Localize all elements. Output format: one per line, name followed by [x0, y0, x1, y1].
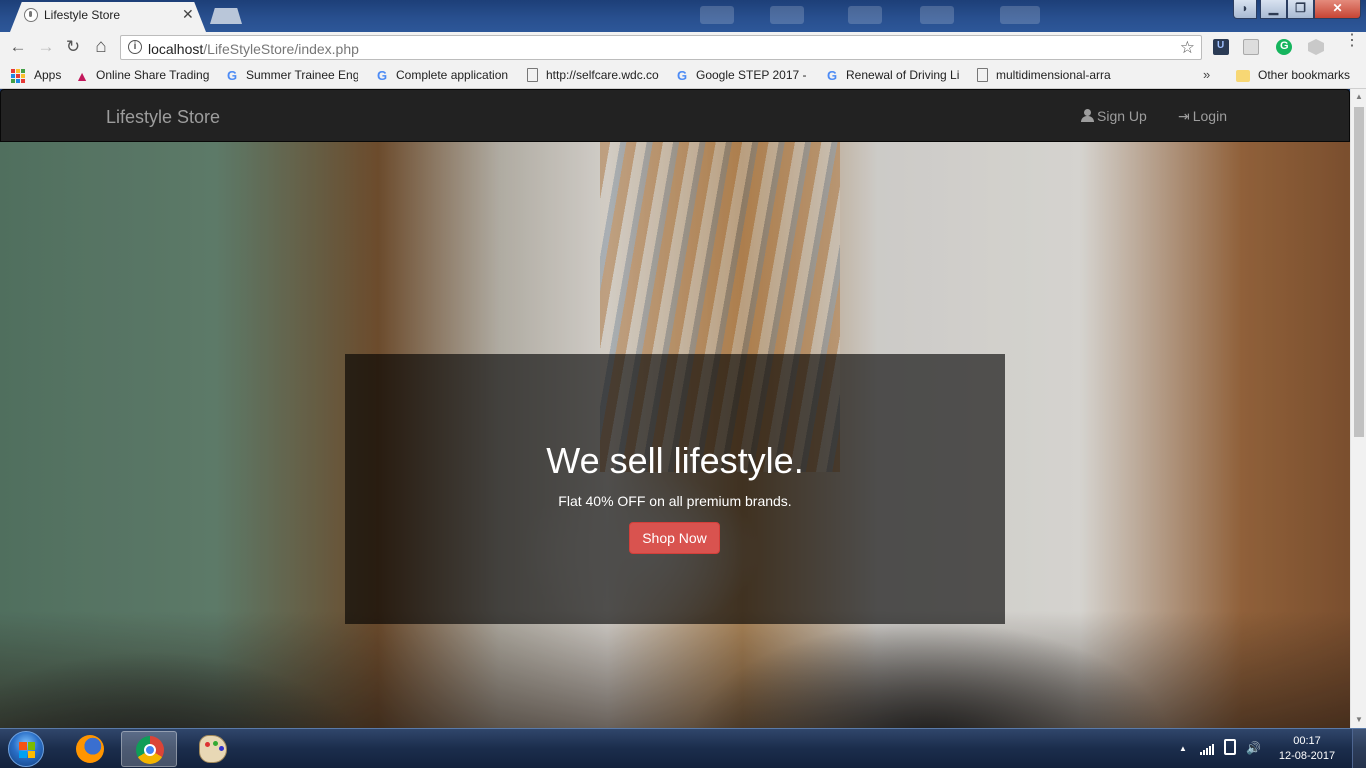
taskbar-paint[interactable] — [185, 731, 241, 767]
system-clock[interactable]: 00:17 12-08-2017 — [1272, 734, 1342, 764]
signup-label: Sign Up — [1097, 108, 1147, 124]
url-path: /LifeStyleStore/index.php — [203, 41, 359, 57]
restore-button[interactable]: ❐ — [1287, 0, 1314, 19]
bookmark-renewal-driving[interactable]: G Renewal of Driving Li — [824, 67, 960, 85]
login-link[interactable]: ⇥ Login — [1178, 108, 1227, 125]
bookmark-label: multidimensional-arra — [996, 68, 1111, 82]
google-icon: G — [826, 68, 838, 83]
battery-icon[interactable] — [1224, 739, 1236, 755]
profile-button[interactable]: ◗ — [1233, 0, 1257, 19]
bookmark-label: Renewal of Driving Li — [846, 68, 960, 82]
bookmark-label: Summer Trainee Engi — [246, 68, 358, 82]
user-icon: ◗ — [1241, 1, 1249, 15]
hero-banner: We sell lifestyle. Flat 40% OFF on all p… — [345, 354, 1005, 624]
firefox-icon — [76, 735, 104, 763]
home-button[interactable]: ⌂ — [91, 37, 111, 57]
close-icon: ✕ — [1332, 1, 1343, 15]
site-brand[interactable]: Lifestyle Store — [106, 107, 220, 128]
extension-ublock-icon[interactable] — [1213, 39, 1229, 55]
browser-tab-strip: Lifestyle Store ✕ ◗ ▁ ❐ ✕ — [0, 0, 1366, 32]
browser-toolbar: ← → ↻ ⌂ i localhost/LifeStyleStore/index… — [0, 32, 1366, 62]
bookmarks-overflow-icon[interactable]: » — [1203, 67, 1210, 82]
windows-taskbar: ▲ 🔊 00:17 12-08-2017 — [0, 728, 1366, 768]
bookmark-multidimensional[interactable]: multidimensional-arra — [974, 67, 1112, 85]
page-icon — [527, 68, 538, 82]
hero-headline: We sell lifestyle. — [546, 440, 804, 481]
browser-menu-icon[interactable]: ⋮ — [1344, 33, 1360, 49]
google-icon: G — [376, 68, 388, 83]
tray-overflow-icon[interactable]: ▲ — [1179, 744, 1187, 753]
network-signal-icon[interactable] — [1200, 743, 1216, 755]
volume-icon[interactable]: 🔊 — [1246, 741, 1261, 755]
signup-link[interactable]: Sign Up — [1081, 108, 1147, 124]
google-icon: G — [676, 68, 688, 83]
background-blur — [920, 6, 954, 24]
other-bookmarks[interactable]: Other bookmarks — [1236, 67, 1364, 85]
page-scrollbar[interactable]: ▲ ▼ — [1350, 89, 1366, 728]
taskbar-chrome[interactable] — [121, 731, 177, 767]
minimize-button[interactable]: ▁ — [1260, 0, 1287, 19]
paint-icon — [199, 735, 227, 763]
scroll-down-icon[interactable]: ▼ — [1351, 712, 1366, 728]
background-blur — [770, 6, 804, 24]
address-bar[interactable]: i localhost/LifeStyleStore/index.php ☆ — [120, 35, 1202, 60]
bookmarks-bar: Apps ▲ Online Share Trading G Summer Tra… — [0, 62, 1366, 89]
close-window-button[interactable]: ✕ — [1314, 0, 1361, 19]
bookmark-label: http://selfcare.wdc.co — [546, 68, 659, 82]
background-blur — [848, 6, 882, 24]
shop-now-button[interactable]: Shop Now — [629, 522, 720, 554]
bookmark-selfcare[interactable]: http://selfcare.wdc.co — [524, 67, 660, 85]
other-bookmarks-label: Other bookmarks — [1258, 68, 1351, 82]
reload-button[interactable]: ↻ — [63, 37, 83, 57]
site-info-icon[interactable]: i — [128, 40, 142, 54]
bookmark-google-step[interactable]: G Google STEP 2017 - S — [674, 67, 810, 85]
bookmark-online-share-trading[interactable]: ▲ Online Share Trading — [74, 67, 210, 85]
hero-subline: Flat 40% OFF on all premium brands. — [558, 493, 792, 509]
windows-logo-icon — [19, 742, 35, 758]
url-host: localhost — [148, 41, 204, 57]
bookmark-apps[interactable]: Apps — [10, 67, 70, 85]
forward-button[interactable]: → — [36, 37, 56, 57]
extension-shield-icon[interactable] — [1308, 39, 1324, 55]
bookmark-star-icon[interactable]: ☆ — [1180, 38, 1195, 58]
clock-time: 00:17 — [1293, 735, 1321, 747]
new-tab-button[interactable] — [210, 8, 242, 24]
google-icon: G — [226, 68, 238, 83]
page-icon — [977, 68, 988, 82]
extension-pdf-icon[interactable] — [1243, 39, 1259, 55]
url-text[interactable]: localhost/LifeStyleStore/index.php — [148, 41, 359, 57]
bookmark-label: Complete application — [396, 68, 509, 82]
background-blur — [700, 6, 734, 24]
login-label: Login — [1192, 108, 1227, 124]
tab-title: Lifestyle Store — [44, 8, 121, 22]
show-desktop-button[interactable] — [1352, 729, 1366, 768]
chrome-icon — [136, 736, 164, 764]
extension-grammarly-icon[interactable] — [1276, 39, 1292, 55]
bookmark-label: Apps — [34, 68, 62, 82]
scroll-up-icon[interactable]: ▲ — [1351, 89, 1366, 105]
close-tab-icon[interactable]: ✕ — [182, 6, 194, 22]
back-button[interactable]: ← — [8, 37, 28, 57]
bookmark-label: Online Share Trading — [96, 68, 210, 82]
page-favicon-icon — [24, 8, 38, 22]
bookmark-summer-trainee[interactable]: G Summer Trainee Engi — [224, 67, 358, 85]
apps-icon — [10, 68, 26, 84]
scrollbar-thumb[interactable] — [1354, 107, 1364, 437]
site-navbar: Lifestyle Store Sign Up ⇥ Login — [0, 89, 1350, 142]
restore-icon: ❐ — [1295, 1, 1306, 15]
background-blur — [1000, 6, 1040, 24]
web-page: Lifestyle Store Sign Up ⇥ Login We sell l… — [0, 89, 1350, 728]
clock-date: 12-08-2017 — [1278, 750, 1336, 762]
start-button[interactable] — [8, 731, 44, 767]
folder-icon — [1236, 70, 1250, 82]
taskbar-firefox[interactable] — [62, 731, 118, 767]
bookmark-label: Google STEP 2017 - S — [696, 68, 810, 82]
minimize-icon: ▁ — [1268, 1, 1279, 15]
login-icon: ⇥ — [1178, 108, 1190, 124]
share-trading-icon: ▲ — [75, 68, 89, 84]
user-icon — [1081, 109, 1094, 122]
bookmark-complete-application[interactable]: G Complete application — [374, 67, 510, 85]
